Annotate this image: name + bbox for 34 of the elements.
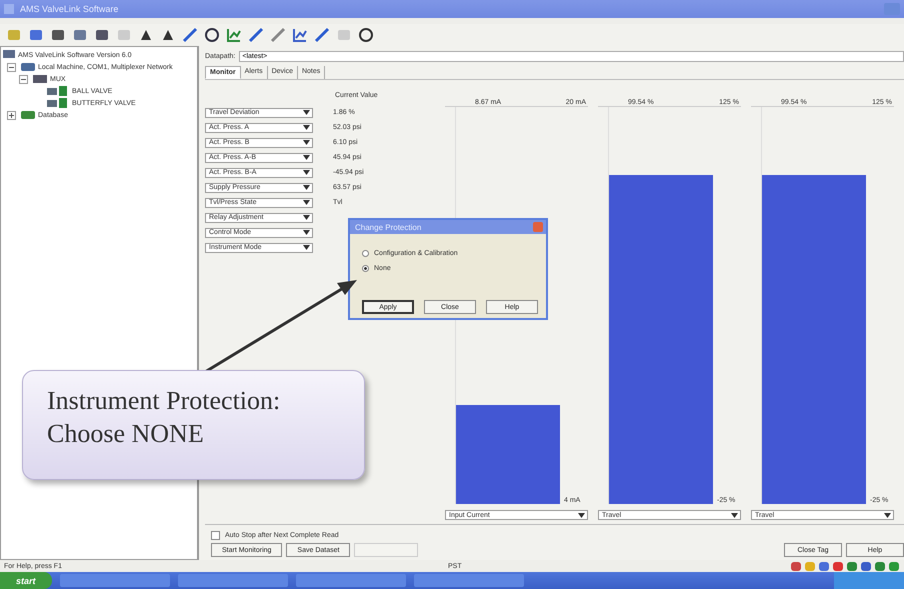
caret-icon	[884, 512, 891, 518]
caret-icon	[303, 245, 310, 250]
tray-icon[interactable]	[874, 560, 886, 572]
caret-icon	[303, 125, 310, 130]
tray-icon[interactable]	[790, 560, 802, 572]
tray-icon[interactable]	[832, 560, 844, 572]
caret-icon	[303, 170, 310, 175]
checkbox[interactable]	[211, 531, 220, 540]
expand-icon[interactable]	[7, 110, 16, 120]
radio-button[interactable]	[362, 265, 369, 272]
caret-icon	[303, 155, 310, 160]
collapse-icon[interactable]	[7, 62, 16, 72]
dialog-title: Change Protection	[355, 222, 422, 232]
caret-icon	[303, 215, 310, 220]
callout-text: Instrument Protection: Choose NONE	[22, 370, 365, 480]
chart-icon[interactable]	[292, 27, 308, 43]
start-button[interactable]: start	[0, 572, 52, 589]
caret-icon	[303, 140, 310, 145]
graph-icon[interactable]	[226, 27, 242, 43]
tray-icon[interactable]	[818, 560, 830, 572]
caret-icon	[303, 110, 310, 115]
radio-button[interactable]	[362, 250, 369, 257]
caret-icon	[303, 185, 310, 190]
tray-icon[interactable]	[888, 560, 900, 572]
caret-icon	[303, 200, 310, 205]
caret-icon	[731, 512, 738, 518]
system-tray	[834, 572, 904, 589]
caret-icon	[303, 230, 310, 235]
tray-icon[interactable]	[846, 560, 858, 572]
app-icon	[4, 4, 14, 14]
window-title: AMS ValveLink Software	[20, 4, 120, 14]
tray-icon[interactable]	[860, 560, 872, 572]
caret-icon	[578, 512, 585, 518]
collapse-icon[interactable]	[19, 74, 28, 84]
